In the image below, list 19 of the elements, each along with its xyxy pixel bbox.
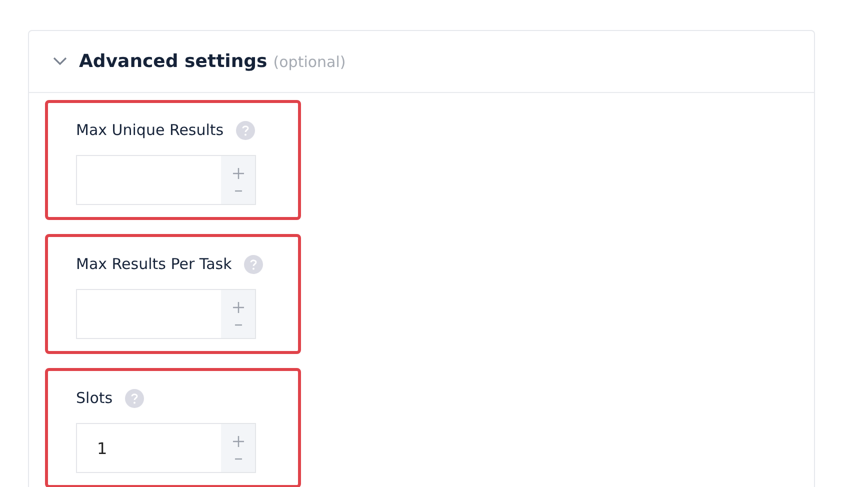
help-icon[interactable] <box>124 388 144 408</box>
section-title: Advanced settings <box>79 51 268 72</box>
field-label: Max Unique Results <box>76 121 224 139</box>
increment-icon[interactable] <box>232 168 244 179</box>
field-label: Slots <box>76 389 113 407</box>
help-icon[interactable] <box>244 254 263 274</box>
section-hint: (optional) <box>273 52 346 70</box>
help-icon[interactable] <box>236 120 255 140</box>
decrement-icon[interactable] <box>234 190 242 192</box>
number-input[interactable] <box>76 155 256 205</box>
chevron-icon[interactable] <box>53 57 67 66</box>
number-input[interactable] <box>76 289 256 339</box>
field-label: Max Results Per Task <box>76 255 232 273</box>
number-input[interactable]: 1 <box>76 423 256 473</box>
increment-icon[interactable] <box>232 436 244 447</box>
decrement-icon[interactable] <box>234 458 242 460</box>
input-value: 1 <box>97 438 108 458</box>
increment-icon[interactable] <box>232 302 244 313</box>
decrement-icon[interactable] <box>234 324 242 326</box>
